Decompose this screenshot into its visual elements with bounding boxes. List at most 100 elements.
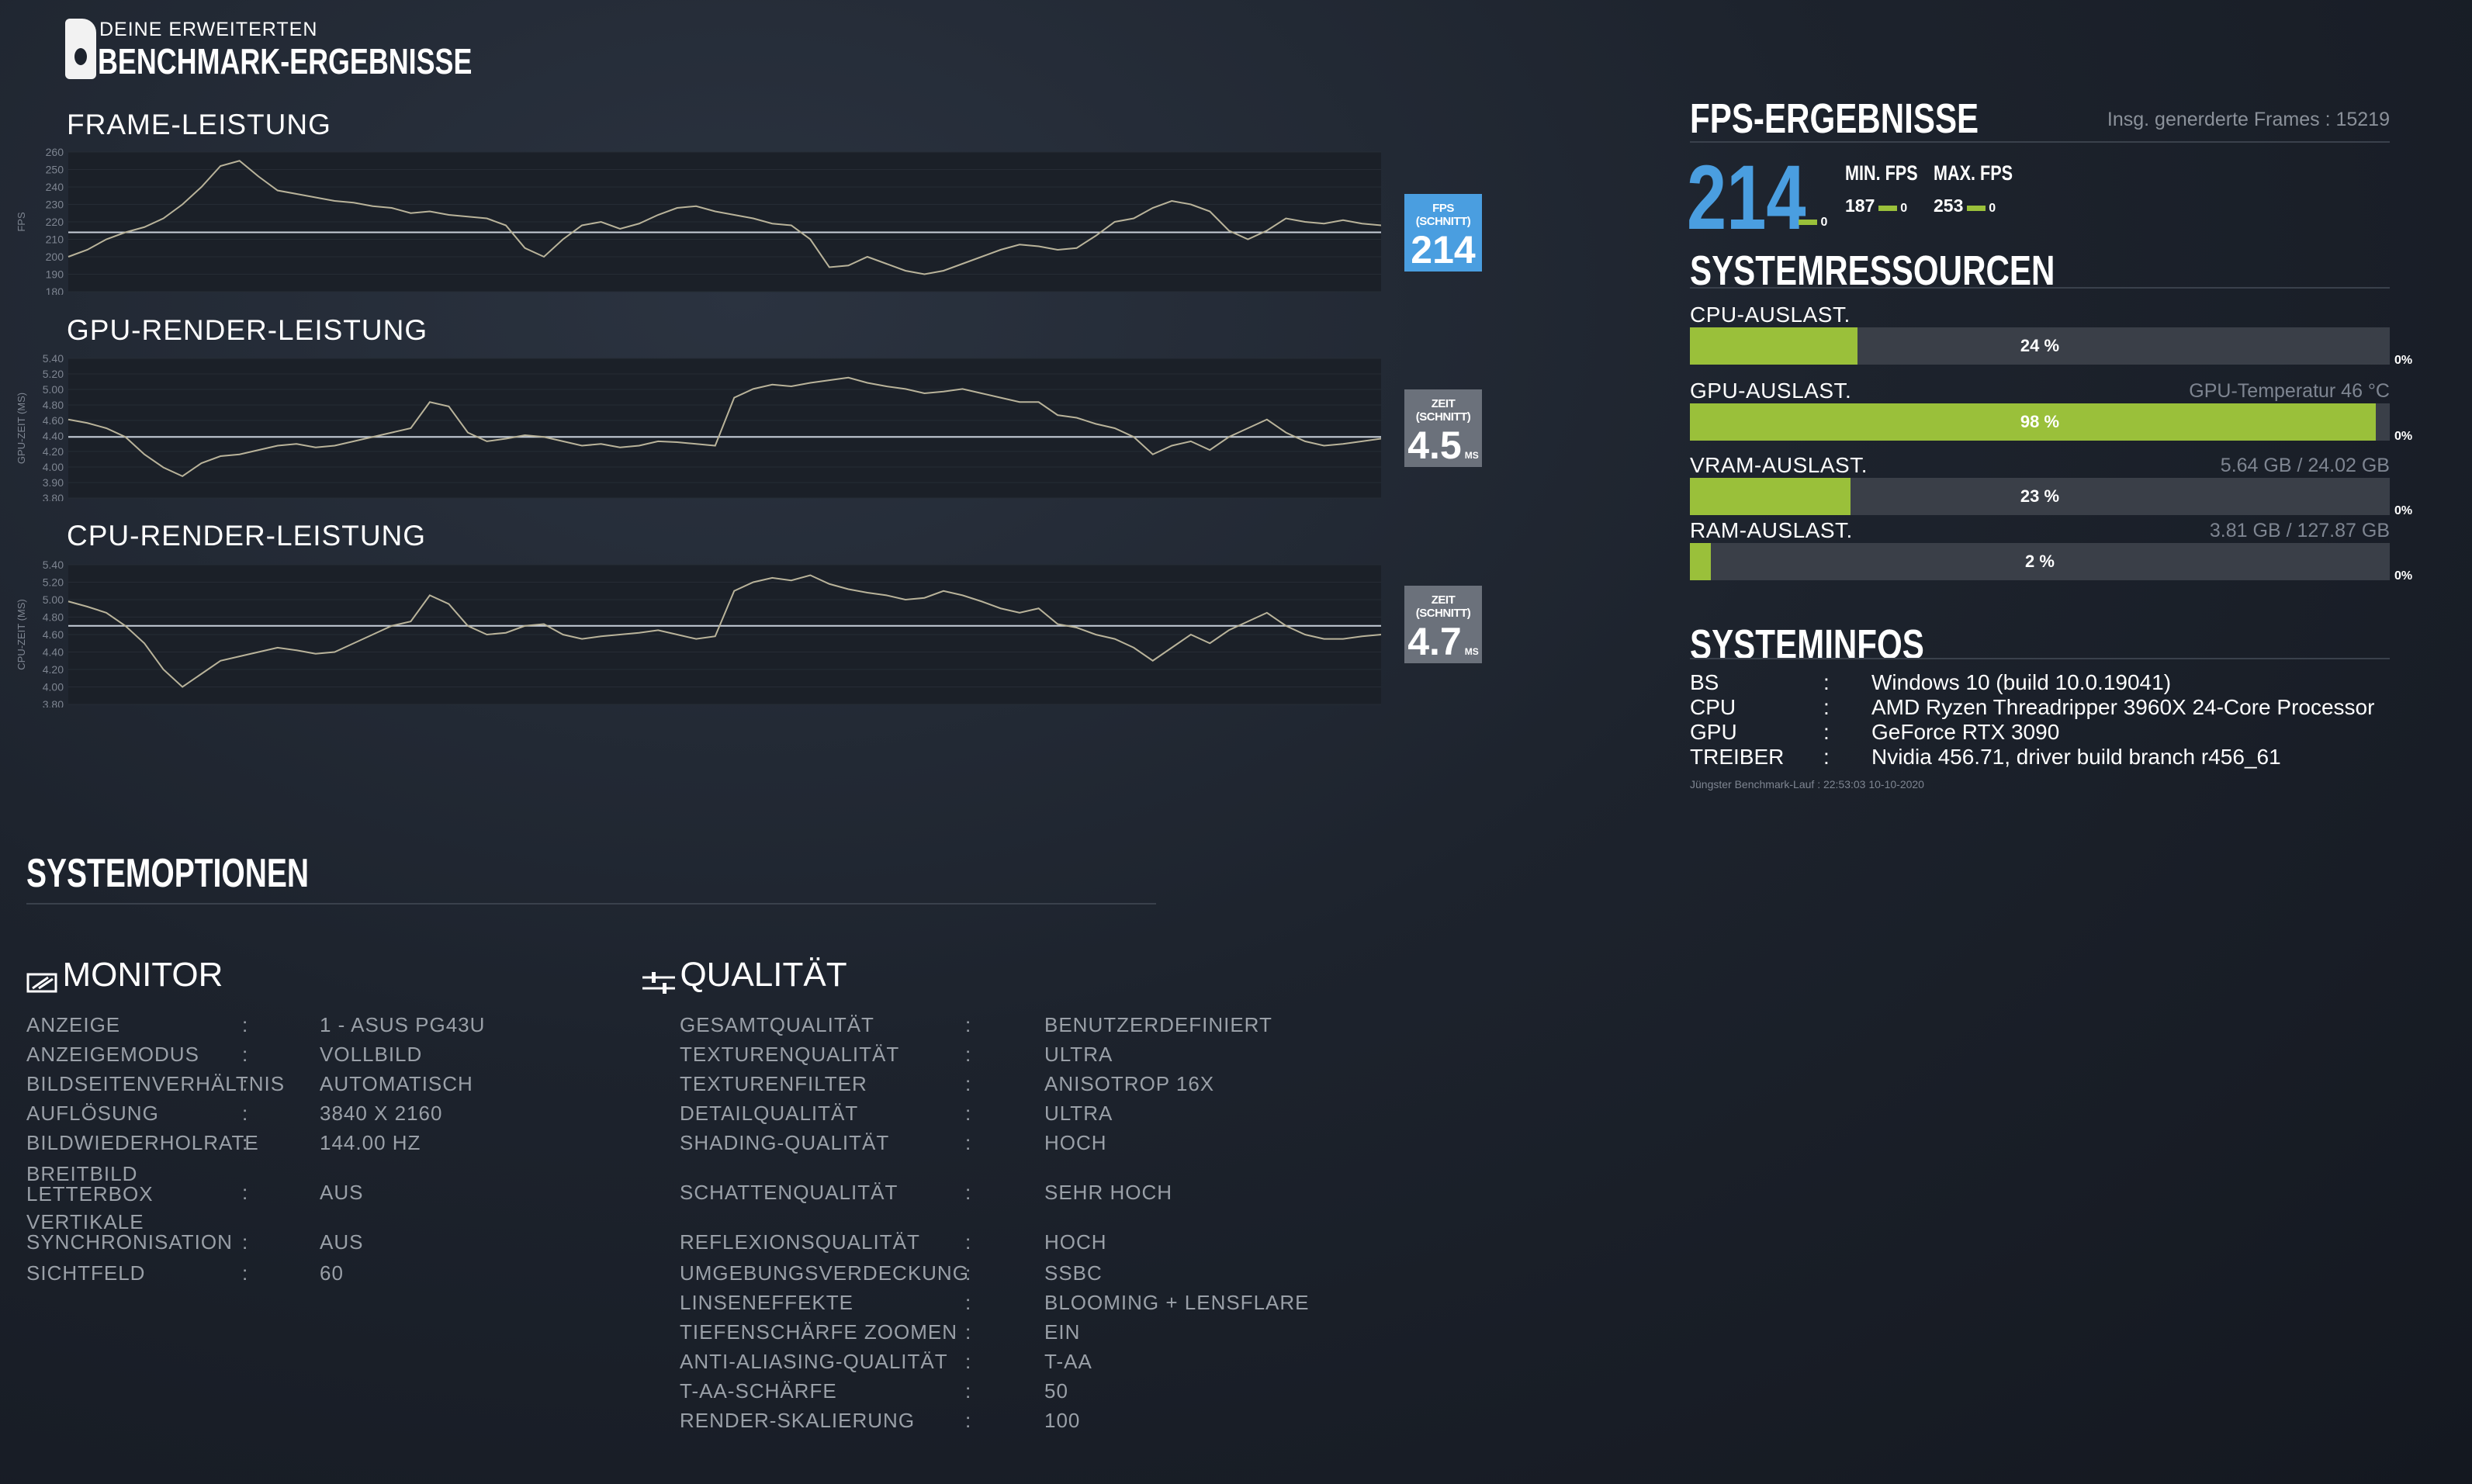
y-tick-label: 5.00: [43, 593, 64, 606]
y-tick-label: 5.40: [43, 352, 64, 365]
sysinfo-value-gpu: GeForce RTX 3090: [1871, 720, 2060, 744]
y-tick-label: 4.80: [43, 611, 64, 624]
cpu-average-box: ZEIT (SCHNITT) 4.7 MS: [1404, 586, 1482, 663]
y-axis-label: GPU-ZEIT (MS): [16, 393, 27, 464]
colon: :: [965, 1230, 972, 1254]
y-tick-label: 240: [46, 181, 64, 193]
quality-setting-value: 100: [1044, 1409, 1081, 1432]
quality-setting-label: T-AA-SCHÄRFE: [680, 1379, 837, 1403]
colon: :: [242, 1013, 249, 1036]
max-fps-value: 253: [1934, 195, 1964, 216]
y-tick-label: 4.60: [43, 628, 64, 641]
max-fps-marker-bar: [1966, 206, 1986, 212]
y-tick-label: 4.00: [43, 461, 64, 473]
cpu-line-chart: 5.40 5.20 5.00 4.80 4.60 4.40 4.20 4.00 3.80 CPU-…: [16, 559, 1381, 707]
y-tick-label: 4.20: [43, 663, 64, 676]
y-tick-label: 220: [46, 216, 64, 228]
cpu-usage-bar: 24 %: [1690, 327, 2390, 365]
sliders-icon: [642, 971, 675, 994]
y-tick-label: 210: [46, 233, 64, 246]
cpu-average-label: ZEIT (SCHNITT): [1415, 593, 1471, 620]
y-tick-label: 4.60: [43, 414, 64, 427]
fps-results-title: FPS-ERGEBNISSE: [1690, 95, 1979, 142]
y-tick-label: 250: [46, 164, 64, 176]
fps-average-box: FPS (SCHNITT) 214: [1404, 194, 1482, 272]
sysinfo-title: SYSTEMINFOS: [1690, 621, 1924, 668]
quality-title: QUALITÄT: [680, 956, 847, 994]
colon: :: [965, 1013, 972, 1036]
gpu-chart-title: GPU-RENDER-LEISTUNG: [67, 314, 428, 346]
y-tick-label: 3.80: [43, 698, 64, 707]
monitor-setting-label: BILDWIEDERHOLRATE: [26, 1131, 259, 1154]
monitor-setting-label: ANZEIGE: [26, 1013, 121, 1036]
min-fps-label: MIN. FPS: [1845, 161, 1918, 185]
monitor-setting-value: 1 - ASUS PG43U: [320, 1013, 486, 1036]
logo-subtitle: DEINE ERWEITERTEN: [99, 19, 318, 40]
quality-setting-value: BENUTZERDEFINIERT: [1044, 1013, 1272, 1036]
colon: :: [242, 1043, 249, 1066]
colon: :: [965, 1043, 972, 1066]
cpu-usage-percent: 24 %: [2020, 336, 2060, 355]
colon: :: [965, 1320, 972, 1344]
options-title: SYSTEMOPTIONEN: [26, 851, 310, 896]
sysinfo-colon: :: [1823, 745, 1830, 769]
vram-amount: 5.64 GB / 24.02 GB: [2220, 455, 2390, 476]
quality-setting-value: BLOOMING + LENSFLARE: [1044, 1291, 1310, 1314]
colon: :: [965, 1072, 972, 1095]
gpu-usage-zero: 0%: [2394, 430, 2413, 443]
colon: :: [965, 1409, 972, 1432]
avg-marker-value: 0: [1820, 216, 1828, 229]
quality-setting-value: ANISOTROP 16X: [1044, 1072, 1215, 1095]
y-tick-label: 3.90: [43, 476, 64, 489]
sysinfo-key-driver: TREIBER: [1690, 745, 1785, 769]
max-fps-row: 253 0: [1934, 195, 1996, 216]
quality-setting-value: SSBC: [1044, 1261, 1103, 1285]
monitor-setting-value: 60: [320, 1261, 344, 1285]
monitor-setting-label: SICHTFELD: [26, 1261, 146, 1285]
sysinfo-colon: :: [1823, 695, 1830, 719]
y-tick-label: 5.00: [43, 383, 64, 396]
avg-marker-bar: [1799, 220, 1817, 226]
quality-setting-label: LINSENEFFEKTE: [680, 1291, 853, 1314]
y-tick-label: 4.40: [43, 430, 64, 442]
monitor-setting-label: AUFLÖSUNG: [26, 1102, 159, 1125]
quality-setting-value: SEHR HOCH: [1044, 1181, 1173, 1204]
y-tick-label: 4.40: [43, 646, 64, 659]
quality-setting-value: 50: [1044, 1379, 1068, 1403]
colon: :: [242, 1072, 249, 1095]
gpu-line-chart: 5.40 5.20 5.00 4.80 4.60 4.40 4.20 4.00 3.90 3.80…: [16, 352, 1381, 501]
quality-setting-label: REFLEXIONSQUALITÄT: [680, 1230, 920, 1254]
ram-usage-bar: 2 %: [1690, 543, 2390, 580]
quality-setting-value: ULTRA: [1044, 1043, 1113, 1066]
min-fps-value: 187: [1845, 195, 1875, 216]
quality-setting-value: T-AA: [1044, 1350, 1092, 1373]
sysinfo-value-os: Windows 10 (build 10.0.19041): [1871, 670, 2172, 694]
y-tick-label: 180: [46, 285, 64, 295]
sysinfo-colon: :: [1823, 670, 1830, 694]
fps-line-chart: 260 250 240 230 220 210 200 190 180 FPS: [16, 146, 1381, 295]
colon: :: [242, 1102, 249, 1125]
quality-setting-label: UMGEBUNGSVERDECKUNG: [680, 1261, 969, 1285]
monitor-title: MONITOR: [62, 956, 223, 994]
quality-setting-label: SCHATTENQUALITÄT: [680, 1181, 898, 1204]
cpu-usage-label: CPU-AUSLAST.: [1690, 303, 1851, 327]
ram-usage-label: RAM-AUSLAST.: [1690, 518, 1853, 542]
logo-icon: [65, 19, 96, 79]
y-tick-label: 5.40: [43, 559, 64, 571]
monitor-icon: [26, 973, 57, 993]
vram-usage-zero: 0%: [2394, 504, 2413, 517]
logo-title: BENCHMARK-ERGEBNISSE: [98, 41, 473, 81]
sysinfo-colon: :: [1823, 720, 1830, 744]
colon: :: [965, 1102, 972, 1125]
quality-setting-label: TIEFENSCHÄRFE ZOOMEN: [680, 1320, 958, 1344]
sysinfo-value-cpu: AMD Ryzen Threadripper 3960X 24-Core Pro…: [1871, 695, 2375, 719]
sysinfo-value-driver: Nvidia 456.71, driver build branch r456_…: [1871, 745, 2281, 769]
fps-average-big: 214: [1687, 147, 1806, 249]
plot-area: [68, 358, 1381, 498]
quality-setting-label: GESAMTQUALITÄT: [680, 1013, 874, 1036]
colon: :: [965, 1181, 972, 1204]
y-tick-label: 190: [46, 268, 64, 281]
colon: :: [965, 1291, 972, 1314]
max-fps-marker-value: 0: [1989, 202, 1996, 215]
gpu-average-label: ZEIT (SCHNITT): [1415, 397, 1471, 424]
